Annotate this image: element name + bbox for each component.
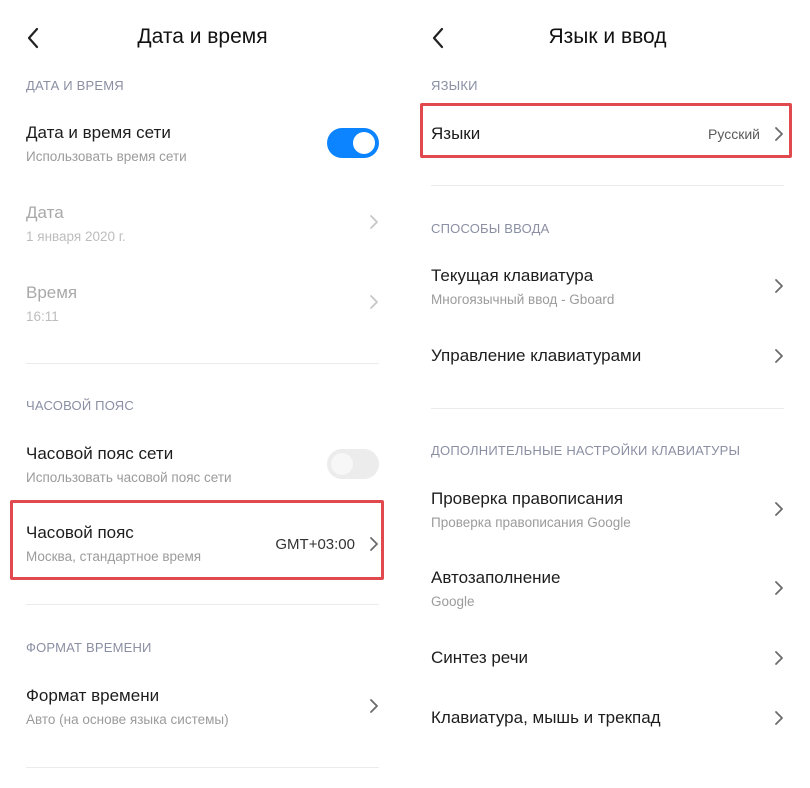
section-header-date-time: ДАТА И ВРЕМЯ <box>26 78 124 93</box>
divider <box>431 185 784 186</box>
page-title: Дата и время <box>137 25 268 48</box>
highlight-frame <box>10 500 384 580</box>
chevron-right-icon <box>774 501 784 517</box>
keyboard-mouse-row[interactable]: Клавиатура, мышь и трекпад <box>405 697 810 743</box>
date-time-screen: Дата и время ДАТА И ВРЕМЯ Дата и время с… <box>0 0 405 788</box>
language-input-screen: Язык и ввод ЯЗЫКИ Языки Русский СПОСОБЫ … <box>405 0 810 788</box>
divider <box>26 604 379 605</box>
divider <box>26 767 379 768</box>
divider <box>26 363 379 364</box>
toggle-knob <box>353 132 375 154</box>
manage-keyboards-row[interactable]: Управление клавиатурами <box>405 335 810 381</box>
section-header-input-methods: СПОСОБЫ ВВОДА <box>431 221 550 236</box>
chevron-right-icon <box>774 348 784 364</box>
time-subtitle: 16:11 <box>26 309 59 324</box>
date-subtitle: 1 января 2020 г. <box>26 229 126 244</box>
chevron-right-icon <box>774 710 784 726</box>
network-time-subtitle: Использовать время сети <box>26 149 187 164</box>
chevron-right-icon <box>369 294 379 310</box>
spell-check-subtitle: Проверка правописания Google <box>431 515 631 530</box>
section-header-advanced-keyboard: ДОПОЛНИТЕЛЬНЫЕ НАСТРОЙКИ КЛАВИАТУРЫ <box>431 443 741 458</box>
chevron-right-icon <box>369 214 379 230</box>
network-time-toggle[interactable] <box>327 128 379 158</box>
network-timezone-subtitle: Использовать часовой пояс сети <box>26 470 232 485</box>
section-header-languages: ЯЗЫКИ <box>431 78 478 93</box>
spell-check-row[interactable]: Проверка правописания Проверка правописа… <box>405 478 810 540</box>
current-keyboard-row[interactable]: Текущая клавиатура Многоязычный ввод - G… <box>405 255 810 317</box>
network-time-title: Дата и время сети <box>26 123 171 142</box>
highlight-frame <box>420 103 792 158</box>
chevron-right-icon <box>774 278 784 294</box>
date-row[interactable]: Дата 1 января 2020 г. <box>0 192 405 254</box>
network-timezone-toggle[interactable] <box>327 449 379 479</box>
toggle-knob <box>331 453 353 475</box>
autofill-subtitle: Google <box>431 594 475 609</box>
network-time-row[interactable]: Дата и время сети Использовать время сет… <box>0 112 405 174</box>
tts-title: Синтез речи <box>431 648 529 667</box>
chevron-right-icon <box>774 580 784 596</box>
network-timezone-title: Часовой пояс сети <box>26 444 174 463</box>
section-header-timezone: ЧАСОВОЙ ПОЯС <box>26 398 134 413</box>
section-header-time-format: ФОРМАТ ВРЕМЕНИ <box>26 640 152 655</box>
time-format-title: Формат времени <box>26 686 160 705</box>
autofill-row[interactable]: Автозаполнение Google <box>405 557 810 619</box>
time-format-row[interactable]: Формат времени Авто (на основе языка сис… <box>0 675 405 737</box>
network-timezone-row[interactable]: Часовой пояс сети Использовать часовой п… <box>0 433 405 495</box>
divider <box>431 408 784 409</box>
chevron-right-icon <box>369 698 379 714</box>
time-title: Время <box>26 283 78 302</box>
tts-row[interactable]: Синтез речи <box>405 637 810 683</box>
current-keyboard-title: Текущая клавиатура <box>431 266 594 285</box>
current-keyboard-subtitle: Многоязычный ввод - Gboard <box>431 292 615 307</box>
keyboard-mouse-title: Клавиатура, мышь и трекпад <box>431 708 661 727</box>
manage-keyboards-title: Управление клавиатурами <box>431 346 642 365</box>
chevron-right-icon <box>774 650 784 666</box>
autofill-title: Автозаполнение <box>431 568 561 587</box>
date-title: Дата <box>26 203 64 222</box>
time-row[interactable]: Время 16:11 <box>0 272 405 334</box>
time-format-subtitle: Авто (на основе языка системы) <box>26 712 229 727</box>
page-title: Язык и ввод <box>548 25 667 48</box>
spell-check-title: Проверка правописания <box>431 489 624 508</box>
